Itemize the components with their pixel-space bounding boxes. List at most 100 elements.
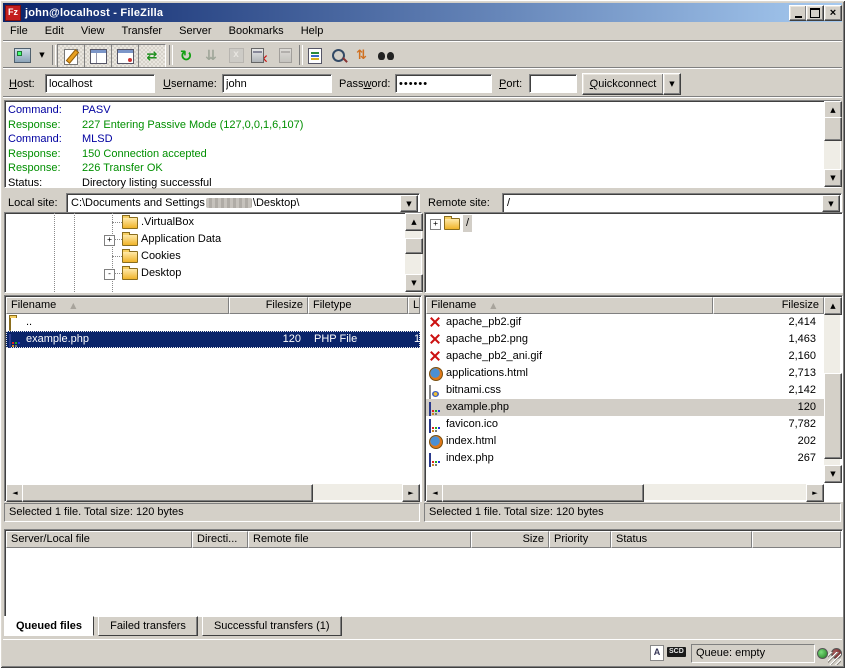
scrollbar-thumb[interactable] <box>824 373 842 459</box>
menu-help[interactable]: Help <box>294 22 331 40</box>
expand-icon[interactable]: + <box>104 235 115 246</box>
remote-site-dropdown-button[interactable]: ▼ <box>822 195 840 212</box>
username-label: Username: <box>163 78 217 90</box>
column-header-filesize[interactable]: Filesize <box>713 297 824 314</box>
find-files-button[interactable] <box>374 44 398 67</box>
menu-view[interactable]: View <box>74 22 112 40</box>
host-input[interactable] <box>45 74 155 93</box>
scrollbar-thumb[interactable] <box>22 484 313 502</box>
scroll-down-icon[interactable]: ▼ <box>405 274 423 292</box>
log-scrollbar[interactable]: ▲ ▼ <box>824 101 840 187</box>
remote-status-bar: Selected 1 file. Total size: 120 bytes <box>424 503 841 522</box>
local-site-dropdown-button[interactable]: ▼ <box>400 195 418 212</box>
file-row-index-php[interactable]: index.php267 <box>426 450 824 467</box>
scroll-down-icon[interactable]: ▼ <box>824 169 842 187</box>
tree-item-virtualbox[interactable]: .VirtualBox <box>5 214 404 231</box>
file-row-apache-pb2-gif[interactable]: apache_pb2.gif2,414 <box>426 314 824 331</box>
speed-limits-icon[interactable]: SCD <box>667 647 686 657</box>
column-header-filename[interactable]: Filename▲ <box>6 297 229 314</box>
file-row-favicon-ico[interactable]: favicon.ico7,782 <box>426 416 824 433</box>
file-row-applications-html[interactable]: applications.html2,713 <box>426 365 824 382</box>
menu-server[interactable]: Server <box>172 22 218 40</box>
open-folder-icon <box>444 218 460 230</box>
scrollbar-thumb[interactable] <box>405 238 423 254</box>
column-header-server-local-file[interactable]: Server/Local file <box>6 531 192 548</box>
synchronized-browsing-button[interactable]: ⇅ <box>350 44 373 67</box>
tree-item-cookies[interactable]: Cookies <box>5 248 404 265</box>
column-header-remote-file[interactable]: Remote file <box>248 531 471 548</box>
menu-transfer[interactable]: Transfer <box>115 22 170 40</box>
remote-vertical-scrollbar[interactable]: ▲ ▼ <box>824 297 840 483</box>
data-type-indicator-icon[interactable]: A <box>650 645 664 661</box>
collapse-icon[interactable]: - <box>104 269 115 280</box>
refresh-button[interactable]: ↻ <box>174 44 198 67</box>
scrollbar-thumb[interactable] <box>442 484 644 502</box>
menu-file[interactable]: File <box>3 22 35 40</box>
cancel-operation-button[interactable]: x <box>224 44 248 67</box>
toggle-queue-button[interactable]: ⇄ <box>138 44 166 69</box>
tree-item-desktop[interactable]: - Desktop <box>5 265 404 282</box>
maximize-button[interactable] <box>806 5 824 21</box>
toggle-local-tree-button[interactable] <box>84 44 112 69</box>
column-header-direction[interactable]: Directi... <box>192 531 248 548</box>
column-header-priority[interactable]: Priority <box>549 531 611 548</box>
tab-successful-transfers[interactable]: Successful transfers (1) <box>202 616 342 636</box>
html-file-icon <box>429 367 443 381</box>
tree-item-application-data[interactable]: + Application Data <box>5 231 404 248</box>
message-log-icon <box>64 49 78 65</box>
tab-failed-transfers[interactable]: Failed transfers <box>98 616 198 636</box>
process-queue-button[interactable]: ⇊ <box>199 44 223 67</box>
menu-edit[interactable]: Edit <box>38 22 71 40</box>
file-row-index-html[interactable]: index.html202 <box>426 433 824 450</box>
file-row-example-php[interactable]: example.php 120 PHP File 1 <box>6 331 420 348</box>
directory-comparison-button[interactable] <box>327 44 350 67</box>
directory-listing-filters-button[interactable] <box>303 44 327 67</box>
minimize-button[interactable] <box>789 5 807 21</box>
scroll-right-icon[interactable]: ► <box>402 484 420 502</box>
tab-queued-files[interactable]: Queued files <box>4 616 94 636</box>
site-manager-dropdown-button[interactable]: ▼ <box>35 44 49 67</box>
toggle-message-log-button[interactable] <box>57 44 85 69</box>
remote-site-combobox[interactable]: / ▼ <box>502 193 842 214</box>
window-title: john@localhost - FileZilla <box>25 7 163 19</box>
scroll-up-icon[interactable]: ▲ <box>405 213 423 231</box>
local-site-combobox[interactable]: C:\Documents and Settings\Desktop\ ▼ <box>66 193 420 214</box>
column-header-filesize[interactable]: Filesize <box>229 297 308 314</box>
port-input[interactable] <box>529 74 577 93</box>
expand-icon[interactable]: + <box>430 219 441 230</box>
column-header-size[interactable]: Size <box>471 531 549 548</box>
column-header-last-modified[interactable]: L <box>408 297 420 314</box>
quickconnect-button[interactable]: Quickconnect <box>582 73 664 95</box>
disconnect-button[interactable]: ✕ <box>248 44 272 67</box>
file-row-parent-dir[interactable]: .. <box>6 314 420 331</box>
activity-led-green-icon <box>817 648 828 659</box>
username-input[interactable] <box>222 74 332 93</box>
menu-bookmarks[interactable]: Bookmarks <box>222 22 291 40</box>
local-tree-scrollbar[interactable]: ▲ ▼ <box>405 213 421 292</box>
log-line: Status:Directory listing successful <box>5 176 840 191</box>
folder-icon <box>9 317 11 331</box>
scroll-up-icon[interactable]: ▲ <box>824 297 842 315</box>
resize-grip[interactable] <box>828 652 841 665</box>
title-bar[interactable]: Fz john@localhost - FileZilla × <box>3 3 842 22</box>
file-row-bitnami-css[interactable]: bitnami.css2,142 <box>426 382 824 399</box>
toggle-remote-tree-button[interactable] <box>111 44 139 69</box>
scrollbar-thumb[interactable] <box>824 117 842 141</box>
file-row-example-php[interactable]: example.php120 <box>426 399 824 416</box>
local-horizontal-scrollbar[interactable]: ◄ ► <box>6 484 420 500</box>
scroll-down-icon[interactable]: ▼ <box>824 465 842 483</box>
file-row-apache-pb2-png[interactable]: apache_pb2.png1,463 <box>426 331 824 348</box>
chevron-down-icon: ▼ <box>39 52 44 59</box>
scroll-right-icon[interactable]: ► <box>806 484 824 502</box>
site-manager-button[interactable] <box>9 44 35 67</box>
column-header-filename[interactable]: Filename▲ <box>426 297 713 314</box>
remote-horizontal-scrollbar[interactable]: ◄ ► <box>426 484 824 500</box>
file-row-apache-pb2-ani-gif[interactable]: apache_pb2_ani.gif2,160 <box>426 348 824 365</box>
tree-item-root[interactable]: + / <box>425 215 841 232</box>
password-input[interactable] <box>395 74 492 93</box>
column-header-filetype[interactable]: Filetype <box>308 297 408 314</box>
quickconnect-dropdown-button[interactable]: ▼ <box>663 73 681 95</box>
close-button[interactable]: × <box>824 5 842 21</box>
reconnect-button[interactable] <box>273 44 297 67</box>
column-header-status[interactable]: Status <box>611 531 752 548</box>
